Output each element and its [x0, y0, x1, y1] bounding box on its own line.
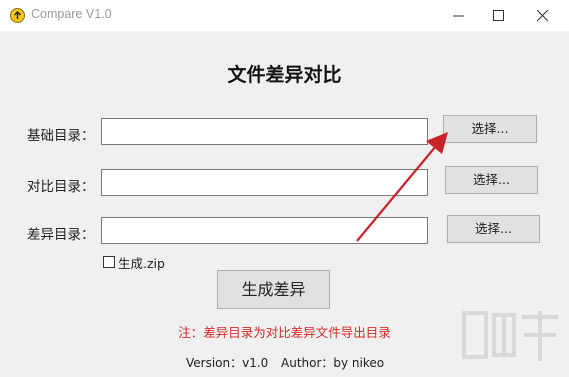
- watermark-logo: [462, 311, 558, 361]
- page-title: 文件差异对比: [227, 64, 342, 86]
- close-button[interactable]: [521, 0, 565, 31]
- compare-dir-input[interactable]: [101, 169, 428, 196]
- maximize-button[interactable]: [477, 0, 521, 31]
- title-bar[interactable]: Compare V1.0: [0, 0, 569, 31]
- compare-dir-select-button[interactable]: 选择...: [445, 166, 538, 194]
- app-window: Compare V1.0 文件差异对比 基础目录： 选择... 对比目录： 选择…: [0, 0, 569, 377]
- minimize-button[interactable]: [437, 0, 481, 31]
- zip-checkbox[interactable]: [103, 256, 115, 268]
- generate-diff-button[interactable]: 生成差异: [217, 270, 330, 309]
- compare-dir-label: 对比目录：: [27, 179, 95, 195]
- diff-dir-label: 差异目录：: [27, 227, 95, 243]
- close-icon: [537, 10, 549, 22]
- diff-dir-select-button[interactable]: 选择...: [447, 215, 540, 243]
- minimize-icon: [453, 15, 464, 17]
- maximize-icon: [493, 10, 504, 21]
- base-dir-label: 基础目录：: [27, 128, 95, 144]
- base-dir-input[interactable]: [101, 118, 428, 145]
- version-text: Version：v1.0: [186, 356, 269, 370]
- app-icon: [10, 8, 25, 23]
- base-dir-select-button[interactable]: 选择...: [443, 115, 537, 143]
- zip-checkbox-label[interactable]: 生成.zip: [118, 253, 165, 272]
- author-text: Author：by nikeo: [281, 356, 385, 370]
- window-title: Compare V1.0: [31, 7, 112, 21]
- diff-dir-input[interactable]: [101, 217, 428, 244]
